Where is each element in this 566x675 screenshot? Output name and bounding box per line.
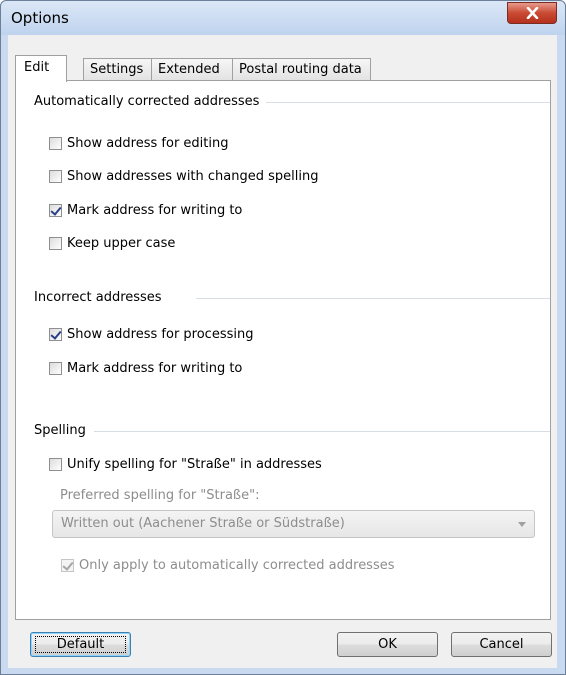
option-show-address-editing[interactable]: Show address for editing (49, 136, 228, 151)
tab-postal-routing-label: Postal routing data (239, 62, 362, 77)
group-divider (94, 431, 550, 432)
option-only-apply-auto[interactable]: Only apply to automatically corrected ad… (61, 558, 395, 573)
ok-button-label: OK (378, 637, 397, 652)
group-label-auto: Automatically corrected addresses (34, 94, 264, 109)
option-show-address-processing[interactable]: Show address for processing (49, 327, 253, 342)
option-mark-address-writing-incorrect[interactable]: Mark address for writing to (49, 361, 242, 376)
cancel-button[interactable]: Cancel (451, 632, 552, 657)
group-label-incorrect: Incorrect addresses (34, 290, 166, 305)
checkbox-checked-disabled[interactable] (61, 559, 74, 572)
checkbox[interactable] (49, 170, 62, 183)
option-label: Mark address for writing to (67, 361, 243, 376)
tab-extended-label: Extended (158, 62, 220, 77)
chevron-down-icon[interactable] (518, 522, 526, 527)
checkbox-checked[interactable] (49, 328, 62, 341)
tab-settings[interactable]: Settings (83, 58, 152, 81)
tab-edit-label: Edit (24, 60, 50, 75)
preferred-spelling-select[interactable]: Written out (Aachener Straße or Südstraß… (52, 510, 535, 538)
tab-edit[interactable]: Edit (15, 55, 67, 82)
checkbox-checked[interactable] (49, 204, 62, 217)
option-mark-address-writing-auto[interactable]: Mark address for writing to (49, 203, 242, 218)
preferred-spelling-value: Written out (Aachener Straße or Südstraß… (61, 516, 345, 531)
option-label: Show address for processing (67, 327, 254, 342)
tab-panel-edit: Automatically corrected addresses Show a… (15, 80, 551, 620)
option-show-changed-spelling[interactable]: Show addresses with changed spelling (49, 169, 318, 184)
group-divider (266, 102, 550, 103)
option-label: Mark address for writing to (67, 203, 243, 218)
title-bar[interactable]: Options (1, 1, 565, 35)
option-unify-strasse[interactable]: Unify spelling for "Straße" in addresses (49, 457, 322, 472)
tab-settings-label: Settings (90, 62, 144, 77)
option-label: Keep upper case (67, 236, 176, 251)
group-label-spelling: Spelling (34, 423, 90, 438)
checkbox[interactable] (49, 458, 62, 471)
option-label: Show address for editing (67, 136, 229, 151)
option-label: Show addresses with changed spelling (67, 169, 319, 184)
option-keep-upper-case[interactable]: Keep upper case (49, 236, 175, 251)
default-button[interactable]: Default (30, 632, 131, 657)
checkbox[interactable] (49, 137, 62, 150)
checkbox[interactable] (49, 362, 62, 375)
close-icon (526, 7, 539, 19)
cancel-button-label: Cancel (479, 637, 524, 652)
close-button[interactable] (507, 2, 557, 24)
focus-indicator (35, 636, 126, 653)
ok-button[interactable]: OK (337, 632, 438, 657)
window-title: Options (11, 9, 69, 27)
group-divider (196, 298, 550, 299)
option-label: Unify spelling for "Straße" in addresses (67, 457, 322, 472)
tab-postal-routing-data[interactable]: Postal routing data (232, 58, 371, 81)
checkbox[interactable] (49, 237, 62, 250)
tab-extended[interactable]: Extended (151, 58, 233, 81)
preferred-spelling-label: Preferred spelling for "Straße": (60, 488, 260, 503)
option-label: Only apply to automatically corrected ad… (79, 558, 395, 573)
